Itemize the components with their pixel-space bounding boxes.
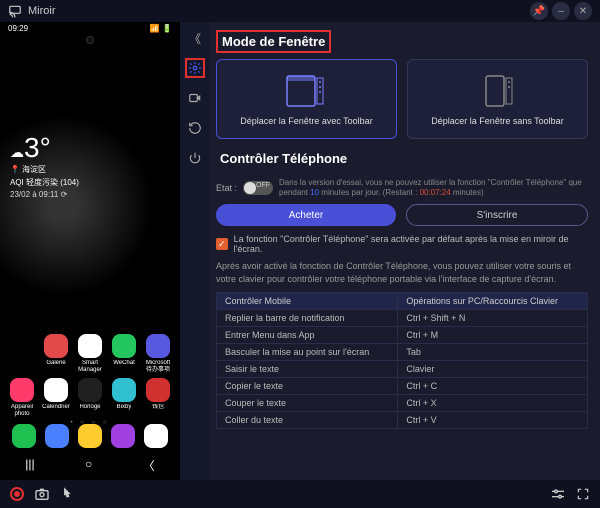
app-icon[interactable]: Horloge bbox=[74, 378, 106, 418]
screenshot-button[interactable] bbox=[34, 487, 50, 501]
table-row: Entrer Menu dans AppCtrl + M bbox=[217, 326, 588, 343]
mode-without-toolbar[interactable]: Déplacer la Fenêtre sans Toolbar bbox=[407, 59, 588, 139]
shortcut-table: Contrôler Mobile Opérations sur PC/Racco… bbox=[216, 292, 588, 429]
dock-app-icon[interactable] bbox=[12, 424, 36, 448]
help-text: Après avoir activé la fonction de Contrô… bbox=[216, 260, 588, 285]
phone-mirror-pane[interactable]: 09:29 📶 🔋 ☁3° 📍 海淀区 AQI 轻度污染 (104) 23/02… bbox=[0, 22, 180, 480]
table-row: Replier la barre de notificationCtrl + S… bbox=[217, 309, 588, 326]
table-header-pc: Opérations sur PC/Raccourcis Clavier bbox=[398, 292, 588, 309]
app-icon[interactable]: Smart Manager bbox=[74, 334, 106, 374]
app-icon[interactable]: Calendrier bbox=[40, 378, 72, 418]
mode-thumb-toolbar-icon bbox=[277, 70, 337, 110]
app-icon[interactable]: WeChat bbox=[108, 334, 140, 374]
nav-recents[interactable]: ||| bbox=[25, 457, 34, 474]
phone-status-icons: 📶 🔋 bbox=[150, 24, 172, 33]
dock-app-icon[interactable] bbox=[144, 424, 168, 448]
phone-time: 09:29 bbox=[8, 24, 28, 33]
mode-thumb-notoolbar-icon bbox=[468, 70, 528, 110]
nav-home[interactable]: ○ bbox=[85, 457, 92, 474]
app-icon[interactable]: 钱包 bbox=[142, 378, 174, 418]
trial-description: Dans la version d'essai, vous ne pouvez … bbox=[279, 178, 588, 199]
power-icon[interactable] bbox=[185, 148, 205, 168]
pin-button[interactable]: 📌 bbox=[530, 2, 548, 20]
table-row: Copier le texteCtrl + C bbox=[217, 377, 588, 394]
cast-icon bbox=[8, 4, 22, 18]
settings-toggle-button[interactable] bbox=[550, 488, 566, 500]
app-icon[interactable]: Bixby bbox=[108, 378, 140, 418]
app-icon[interactable]: Galerie bbox=[40, 334, 72, 374]
weather-widget: ☁3° 📍 海淀区 AQI 轻度污染 (104) 23/02 à 09:11 ⟳ bbox=[10, 132, 79, 199]
table-header-mobile: Contrôler Mobile bbox=[217, 292, 398, 309]
rotate-icon[interactable] bbox=[185, 118, 205, 138]
checkbox-label: La fonction "Contrôler Téléphone" sera a… bbox=[234, 234, 588, 254]
dock-app-icon[interactable] bbox=[111, 424, 135, 448]
default-enable-checkbox[interactable]: ✓ bbox=[216, 238, 228, 250]
table-row: Saisir le texteClavier bbox=[217, 360, 588, 377]
state-label: Etat : bbox=[216, 183, 237, 193]
camera-notch bbox=[86, 36, 94, 44]
recorder-icon[interactable] bbox=[185, 88, 205, 108]
mode-with-toolbar[interactable]: Déplacer la Fenêtre avec Toolbar bbox=[216, 59, 397, 139]
app-title: Miroir bbox=[28, 5, 526, 17]
signup-button[interactable]: S'inscrire bbox=[406, 204, 588, 226]
collapse-button[interactable]: 《 bbox=[185, 28, 205, 48]
table-row: Coller du texteCtrl + V bbox=[217, 411, 588, 428]
settings-icon[interactable] bbox=[185, 58, 205, 78]
control-toggle[interactable]: OFF bbox=[243, 181, 273, 195]
dock-app-icon[interactable] bbox=[78, 424, 102, 448]
nav-back[interactable]: 〈 bbox=[143, 457, 155, 474]
app-icon[interactable]: Appareil photo bbox=[6, 378, 38, 418]
section-window-title: Mode de Fenêtre bbox=[216, 30, 331, 53]
dock-app-icon[interactable] bbox=[45, 424, 69, 448]
pointer-button[interactable] bbox=[60, 487, 74, 501]
buy-button[interactable]: Acheter bbox=[216, 204, 396, 226]
table-row: Couper le texteCtrl + X bbox=[217, 394, 588, 411]
minimize-button[interactable]: – bbox=[552, 2, 570, 20]
app-icon[interactable]: Microsoft 待办事项 bbox=[142, 334, 174, 374]
record-button[interactable] bbox=[10, 487, 24, 501]
table-row: Basculer la mise au point sur l'écranTab bbox=[217, 343, 588, 360]
close-button[interactable]: ✕ bbox=[574, 2, 592, 20]
section-control-title: Contrôler Téléphone bbox=[216, 149, 351, 168]
fullscreen-button[interactable] bbox=[576, 487, 590, 501]
